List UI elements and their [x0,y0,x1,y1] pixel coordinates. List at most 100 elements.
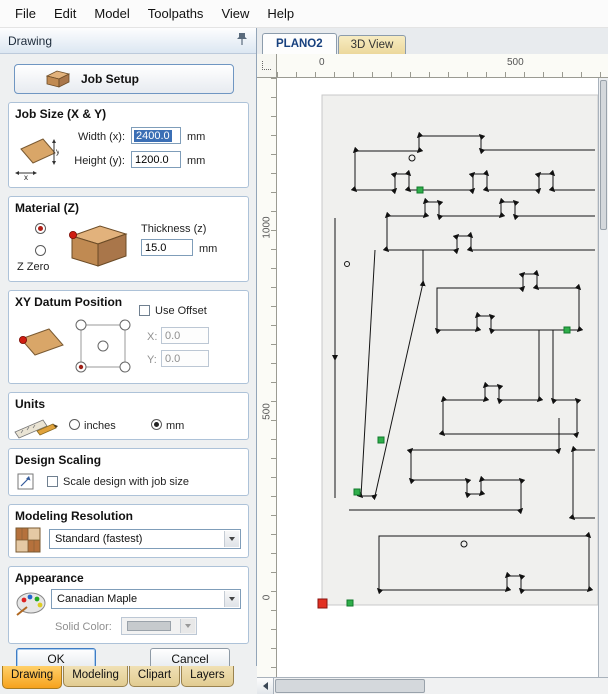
h-ruler-label: 0 [319,57,325,68]
solid-color-select[interactable] [121,617,197,635]
vertical-ruler: 1000 500 0 [257,78,277,677]
vertical-scrollbar[interactable] [598,78,608,677]
v-ruler-label: 500 [261,403,273,420]
vertical-scroll-thumb[interactable] [600,80,607,230]
appearance-group: Appearance Canadian Maple Solid Color: [8,566,249,644]
menu-help[interactable]: Help [258,1,303,26]
menu-bar: File Edit Model Toolpaths View Help [0,0,608,28]
job-setup-button[interactable]: Job Setup [14,64,234,94]
pin-icon[interactable] [236,32,248,50]
document-view: PLANO2 3D View 0 500 1000 500 0 [257,28,608,694]
modeling-resolution-value: Standard (fastest) [55,533,143,545]
job-size-title: Job Size (X & Y) [15,107,107,121]
scale-design-label: Scale design with job size [63,476,189,488]
datum-position-widget[interactable] [69,315,141,379]
width-input[interactable]: 2400.0 [131,127,181,144]
ok-label: OK [47,651,65,666]
resolution-grid-icon [15,527,41,553]
units-mm-radio[interactable] [151,419,162,430]
units-mm-label: mm [166,420,185,432]
origin-marker [317,598,328,609]
appearance-title: Appearance [15,571,84,585]
tab-clipart[interactable]: Clipart [128,666,181,687]
cancel-label: Cancel [171,651,209,666]
tab-3d-view[interactable]: 3D View [337,35,407,54]
chevron-down-icon[interactable] [224,591,239,607]
units-inches-label: inches [84,420,116,432]
svg-text:x: x [24,173,28,181]
application-window: File Edit Model Toolpaths View Help Draw… [0,0,608,694]
z-zero-label: Z Zero [17,261,50,273]
solid-color-swatch [127,621,171,631]
ruler-corner [257,54,277,78]
scale-design-checkbox[interactable] [47,476,58,487]
h-ruler-label: 500 [507,57,524,68]
units-inches-radio[interactable] [69,419,80,430]
horizontal-scrollbar[interactable] [257,677,608,694]
tab-plano2[interactable]: PLANO2 [262,33,337,54]
tab-layers[interactable]: Layers [181,666,234,687]
offset-x-label: X: [147,331,158,343]
material-group: Material (Z) Z Zero Thickness (z) mm [8,196,249,282]
appearance-material-value: Canadian Maple [57,593,138,605]
drawing-canvas[interactable] [277,78,598,677]
width-unit: mm [187,131,206,143]
horizontal-scroll-thumb[interactable] [275,679,425,693]
menu-view[interactable]: View [212,1,258,26]
panel-tab-strip: Drawing Modeling Clipart Layers [0,666,257,694]
job-size-group: Job Size (X & Y) x y Width (x): 2400.0 m… [8,102,249,188]
thickness-unit: mm [199,243,218,255]
tab-drawing[interactable]: Drawing [2,666,63,689]
height-label: Height (y): [74,155,125,167]
wood-block-icon [45,70,71,88]
width-value: 2400.0 [134,129,172,142]
menu-toolpaths[interactable]: Toolpaths [139,1,213,26]
solid-color-label: Solid Color: [55,621,112,633]
use-offset-label: Use Offset [155,305,207,317]
menu-file[interactable]: File [6,1,45,26]
material-sheet [321,94,598,606]
modeling-resolution-title: Modeling Resolution [15,509,133,523]
appearance-material-select[interactable]: Canadian Maple [51,589,241,609]
height-unit: mm [187,155,206,167]
palette-icon [16,592,46,616]
design-scaling-group: Design Scaling Scale design with job siz… [8,448,249,496]
modeling-resolution-group: Modeling Resolution Standard (fastest) [8,504,249,558]
use-offset-checkbox[interactable] [139,305,150,316]
panel-header: Drawing [0,28,256,54]
offset-y-input[interactable] [161,350,209,367]
offset-y-label: Y: [147,354,157,366]
horizontal-ruler: 0 500 [277,54,608,78]
menu-edit[interactable]: Edit [45,1,85,26]
tab-modeling[interactable]: Modeling [63,666,128,687]
units-group: Units inches mm [8,392,249,440]
menu-model[interactable]: Model [85,1,138,26]
vector-drawing [317,94,598,609]
scroll-left-button[interactable] [257,678,274,694]
datum-sheet-icon [19,328,64,356]
design-scaling-title: Design Scaling [15,453,102,467]
height-input[interactable] [131,151,181,168]
z-zero-bottom-radio[interactable] [35,245,46,256]
v-ruler-label: 1000 [261,216,273,239]
width-label: Width (x): [77,131,125,143]
thickness-input[interactable] [141,239,193,256]
modeling-resolution-select[interactable]: Standard (fastest) [49,529,241,549]
v-ruler-label: 0 [261,594,273,601]
thickness-label: Thickness (z) [141,223,207,235]
scale-box-icon [17,473,34,490]
ruler-origin-icon [262,61,271,70]
chevron-down-icon [180,619,195,633]
xy-datum-group: XY Datum Position Use Offset X: Y: [8,290,249,384]
z-zero-top-radio[interactable] [35,223,46,234]
panel-title: Drawing [8,33,53,48]
drawing-panel: Drawing Job Setup Job Size (X & Y) x y W… [0,28,257,694]
material-block-icon [69,225,128,267]
job-size-sheet-icon: x y [15,138,59,181]
job-setup-label: Job Setup [81,72,140,86]
ruler-pencil-icon [14,419,58,439]
document-tab-strip: PLANO2 3D View [257,28,608,54]
offset-x-input[interactable] [161,327,209,344]
chevron-down-icon[interactable] [224,531,239,547]
xy-datum-title: XY Datum Position [15,295,123,309]
